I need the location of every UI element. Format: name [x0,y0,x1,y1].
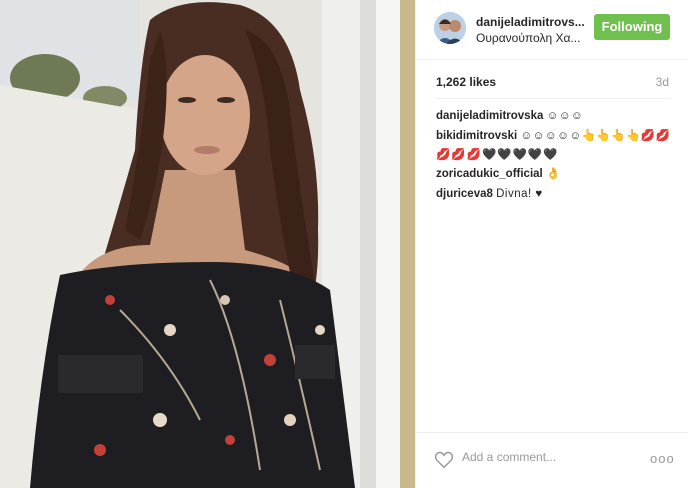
comment: zoricadukic_official 👌 [436,164,676,184]
avatar[interactable] [434,12,466,44]
comment-text-continued: 💋💋💋🖤🖤🖤🖤🖤 [436,149,559,161]
comment-author[interactable]: djuriceva8 [436,188,493,200]
post-photo[interactable] [0,0,415,488]
comment-author[interactable]: bikidimitrovski [436,130,517,142]
comment-text: ☺☺☺☺☺👆👆👆👆💋💋 [520,130,671,142]
following-button[interactable]: Following [594,14,670,40]
photo-image [0,0,415,488]
post-header: danijeladimitrovs... Ουρανούπολη Χα... F… [416,0,688,60]
heart-outline-icon[interactable] [434,451,454,469]
comment: bikidimitrovski ☺☺☺☺☺👆👆👆👆💋💋 💋💋💋🖤🖤🖤🖤🖤 [436,126,676,164]
add-comment-input[interactable]: Add a comment... [462,450,556,464]
location-link[interactable]: Ουρανούπολη Χα... [476,31,580,45]
divider [436,98,669,99]
comment-text: Divna! ♥ [496,188,543,200]
comment-text: ☺☺☺ [546,110,584,122]
comment-author[interactable]: danijeladimitrovska [436,110,543,122]
more-options-icon[interactable]: ooo [650,451,675,466]
post-timestamp[interactable]: 3d [656,75,669,89]
username-link[interactable]: danijeladimitrovs... [476,15,585,29]
likes-count[interactable]: 1,262 likes [436,75,496,89]
post-side-panel: danijeladimitrovs... Ουρανούπολη Χα... F… [415,0,688,488]
likes-row: 1,262 likes 3d [436,75,669,93]
comment-list: danijeladimitrovska ☺☺☺ bikidimitrovski … [436,106,676,204]
comment: danijeladimitrovska ☺☺☺ [436,106,676,126]
comment-author[interactable]: zoricadukic_official [436,168,543,180]
post-footer: Add a comment... ooo [416,432,688,488]
comment-text: 👌 [545,168,561,180]
comment: djuriceva8 Divna! ♥ [436,184,676,204]
